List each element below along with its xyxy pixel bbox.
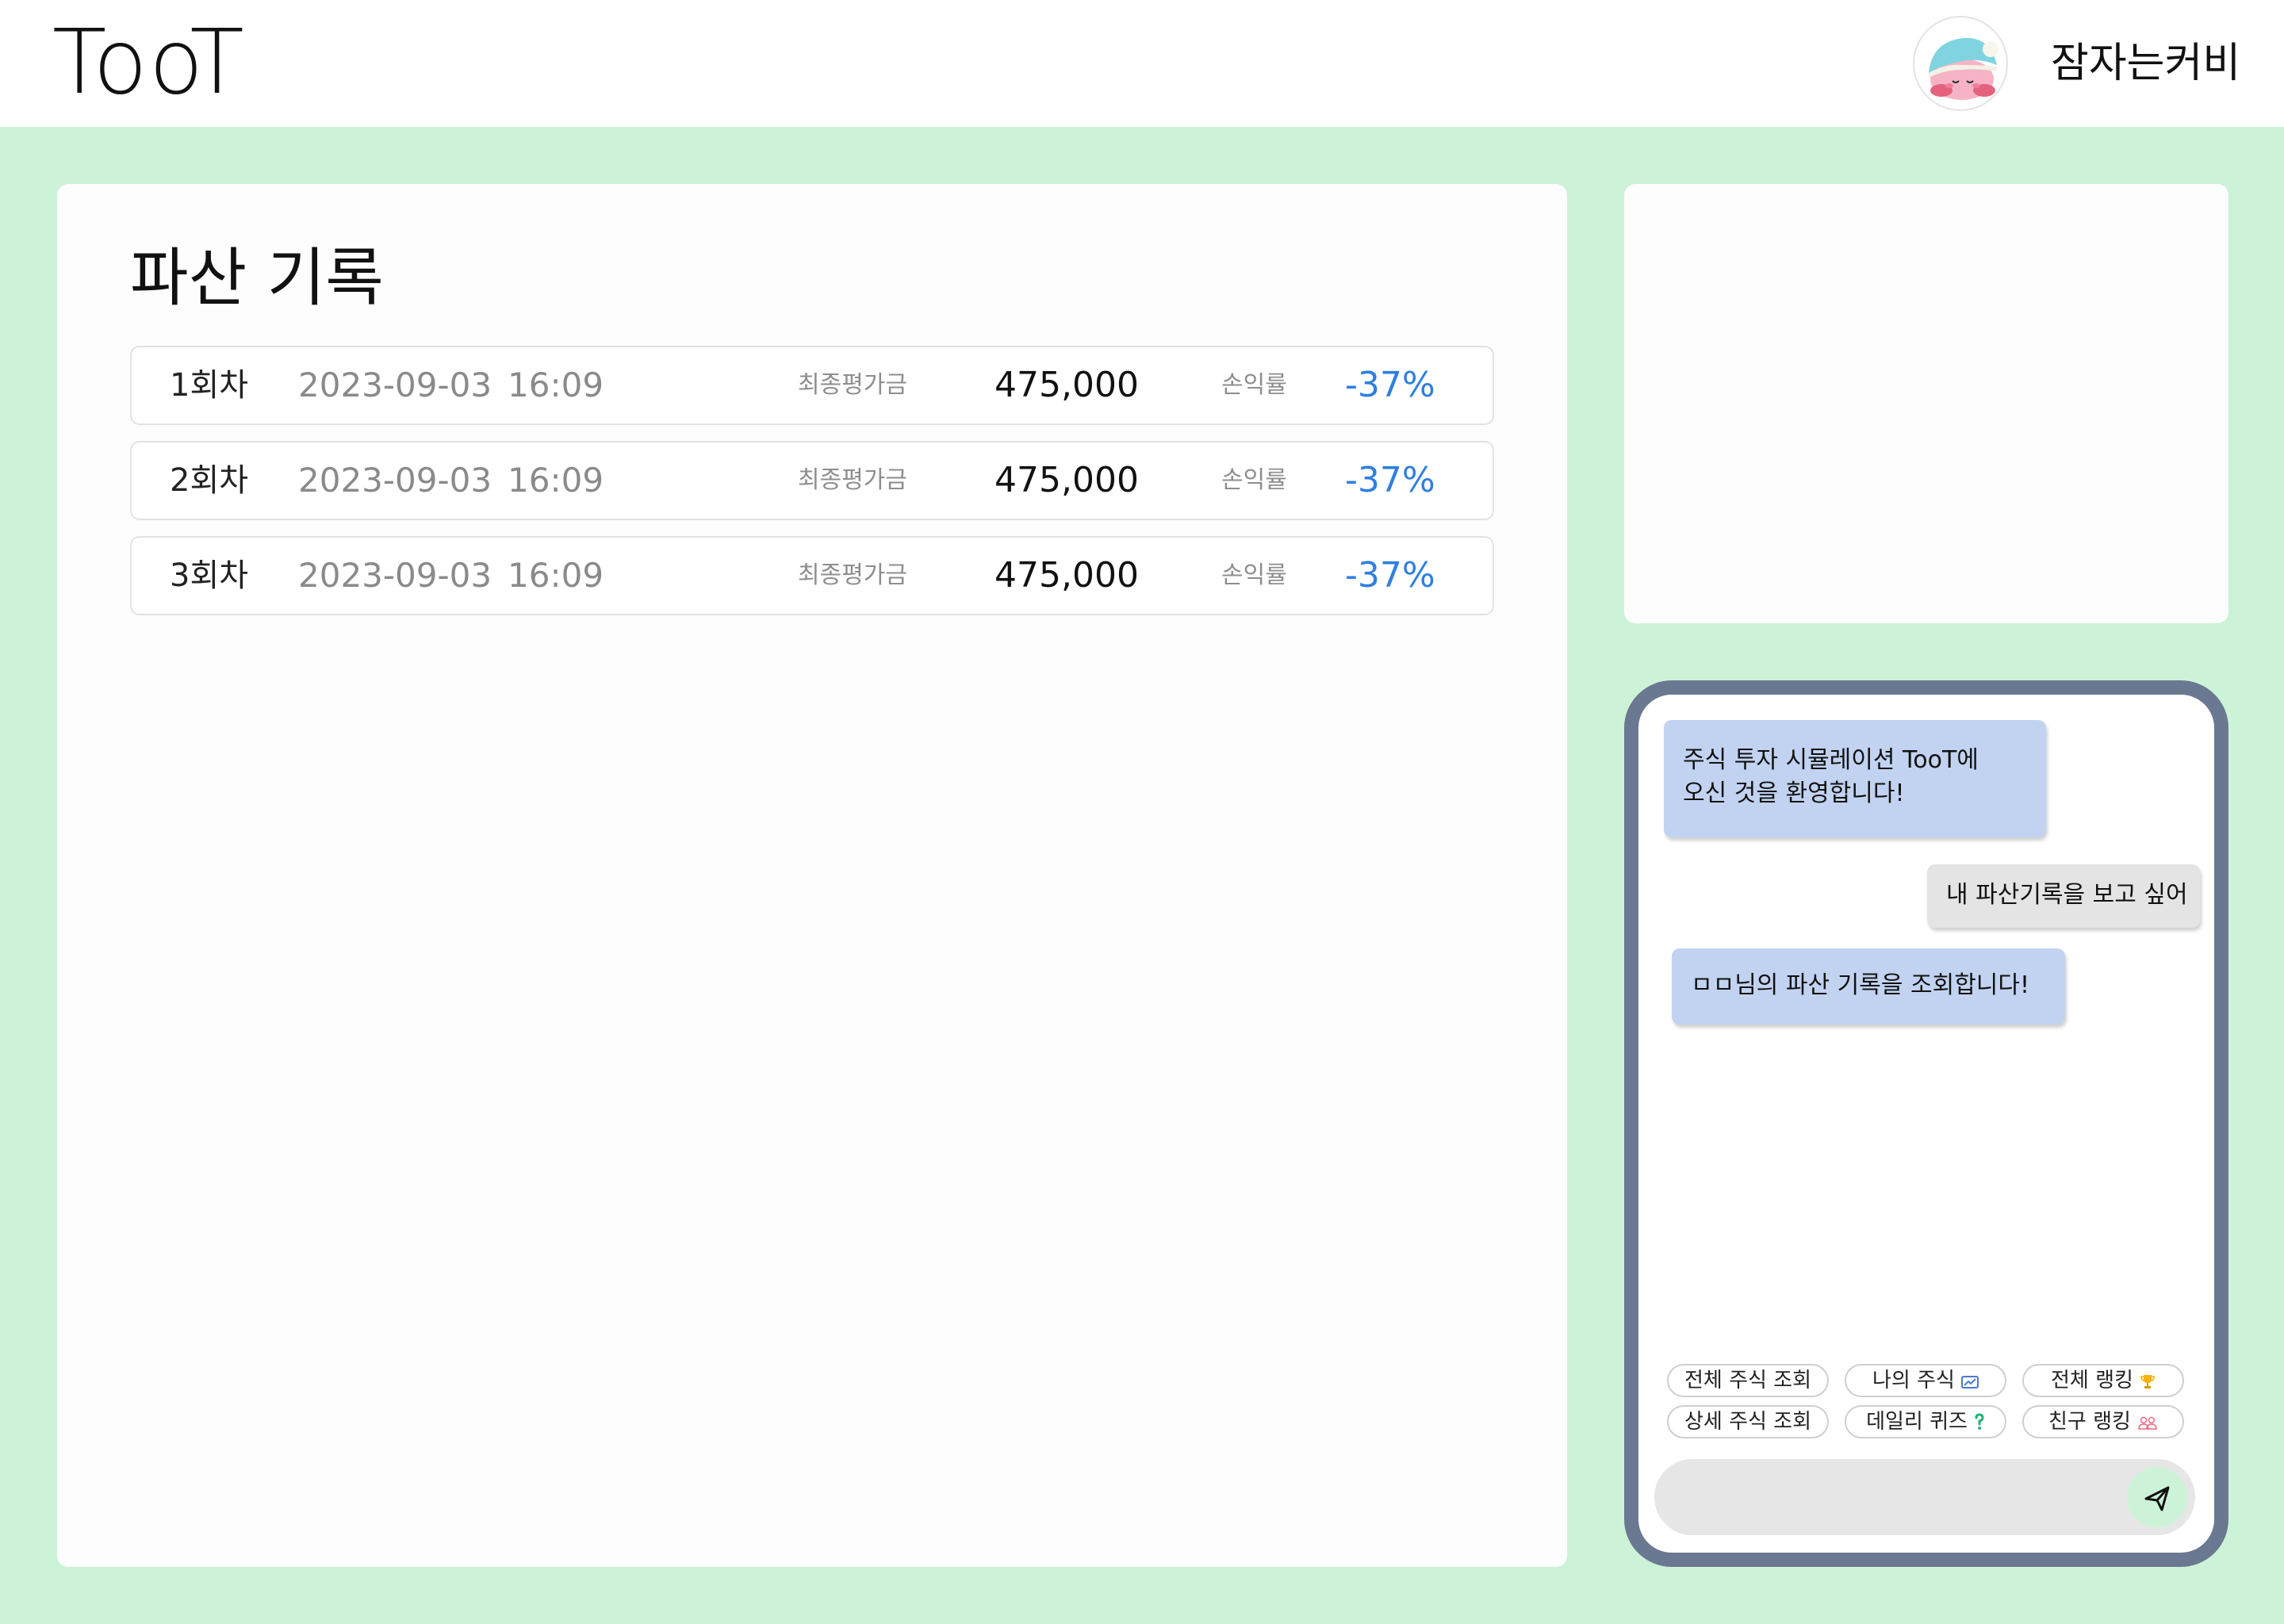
chat-message-line: 내 파산기록을 보고 싶어	[1946, 881, 2188, 909]
profit-loss-rate: -37%	[1345, 555, 1435, 596]
record-time: 16:09	[508, 556, 604, 595]
quick-daily-quiz-button[interactable]: 데일리 퀴즈	[1845, 1405, 2006, 1438]
chat-message-line: 오신 것을 환영합니다!	[1683, 779, 1905, 807]
quick-all-stocks-button[interactable]: 전체 주식 조회	[1667, 1364, 1829, 1397]
chatbot-panel: 주식 투자 시뮬레이션 TooT에 오신 것을 환영합니다! 내 파산기록을 보…	[1624, 680, 2228, 1567]
record-date: 2023-09-03	[298, 366, 492, 404]
quick-button-label: 전체 주식 조회	[1684, 1369, 1812, 1392]
quick-button-label: 데일리 퀴즈	[1866, 1410, 1968, 1434]
chat-message-line: ㅁㅁ님의 파산 기록을 조회합니다!	[1691, 971, 2030, 999]
profit-loss-label: 손익률	[1221, 466, 1287, 494]
friends-icon	[2137, 1409, 2158, 1439]
paper-plane-icon	[2144, 1486, 2170, 1511]
chat-bubble-user: 내 파산기록을 보고 싶어	[1927, 864, 2200, 928]
kirby-avatar-icon	[1929, 37, 1998, 100]
record-date: 2023-09-03	[298, 461, 492, 500]
quick-stock-detail-button[interactable]: 상세 주식 조회	[1667, 1405, 1829, 1438]
record-row[interactable]: 3회차 2023-09-03 16:09 최종평가금 475,000 손익률 -…	[130, 536, 1494, 615]
chat-input[interactable]	[1654, 1459, 2195, 1535]
chart-icon	[1960, 1368, 1979, 1398]
chat-bubble-bot: 주식 투자 시뮬레이션 TooT에 오신 것을 환영합니다!	[1664, 720, 2046, 837]
profit-loss-rate: -37%	[1345, 365, 1435, 405]
quick-button-label: 전체 랭킹	[2051, 1369, 2133, 1392]
send-button[interactable]	[2127, 1467, 2187, 1527]
final-value: 475,000	[994, 365, 1139, 405]
quick-all-ranking-button[interactable]: 전체 랭킹	[2022, 1364, 2184, 1397]
record-round: 3회차	[170, 557, 249, 594]
quick-my-stocks-button[interactable]: 나의 주식	[1845, 1364, 2006, 1397]
final-value-label: 최종평가금	[798, 561, 907, 589]
final-value: 475,000	[994, 460, 1139, 500]
side-info-card	[1624, 184, 2228, 623]
quick-button-label: 상세 주식 조회	[1684, 1410, 1812, 1434]
final-value: 475,000	[994, 555, 1139, 596]
profit-loss-label: 손익률	[1221, 371, 1287, 399]
page-title: 파산 기록	[130, 241, 384, 315]
profit-loss-rate: -37%	[1345, 460, 1435, 500]
record-round: 2회차	[170, 462, 249, 499]
question-icon	[1974, 1409, 1985, 1439]
trophy-icon	[2140, 1368, 2156, 1398]
chat-bubble-bot: ㅁㅁ님의 파산 기록을 조회합니다!	[1672, 948, 2065, 1025]
record-time: 16:09	[508, 366, 604, 404]
chat-message-line: 주식 투자 시뮬레이션 TooT에	[1683, 746, 1979, 774]
avatar[interactable]	[1913, 16, 2008, 111]
final-value-label: 최종평가금	[798, 466, 907, 494]
bankruptcy-records-panel: 파산 기록 1회차 2023-09-03 16:09 최종평가금 475,000…	[57, 184, 1567, 1567]
record-round: 1회차	[170, 367, 249, 404]
quick-button-label: 친구 랭킹	[2048, 1410, 2131, 1434]
record-row[interactable]: 2회차 2023-09-03 16:09 최종평가금 475,000 손익률 -…	[130, 441, 1494, 520]
record-time: 16:09	[508, 461, 604, 500]
record-row[interactable]: 1회차 2023-09-03 16:09 최종평가금 475,000 손익률 -…	[130, 346, 1494, 425]
app-logo[interactable]: TooT	[52, 11, 246, 114]
final-value-label: 최종평가금	[798, 371, 907, 399]
quick-button-label: 나의 주식	[1872, 1369, 1955, 1392]
top-header: TooT 잠자는커비	[0, 0, 2284, 127]
record-date: 2023-09-03	[298, 556, 492, 595]
profit-loss-label: 손익률	[1221, 561, 1287, 589]
quick-friend-ranking-button[interactable]: 친구 랭킹	[2022, 1405, 2184, 1438]
username[interactable]: 잠자는커비	[2051, 35, 2240, 92]
